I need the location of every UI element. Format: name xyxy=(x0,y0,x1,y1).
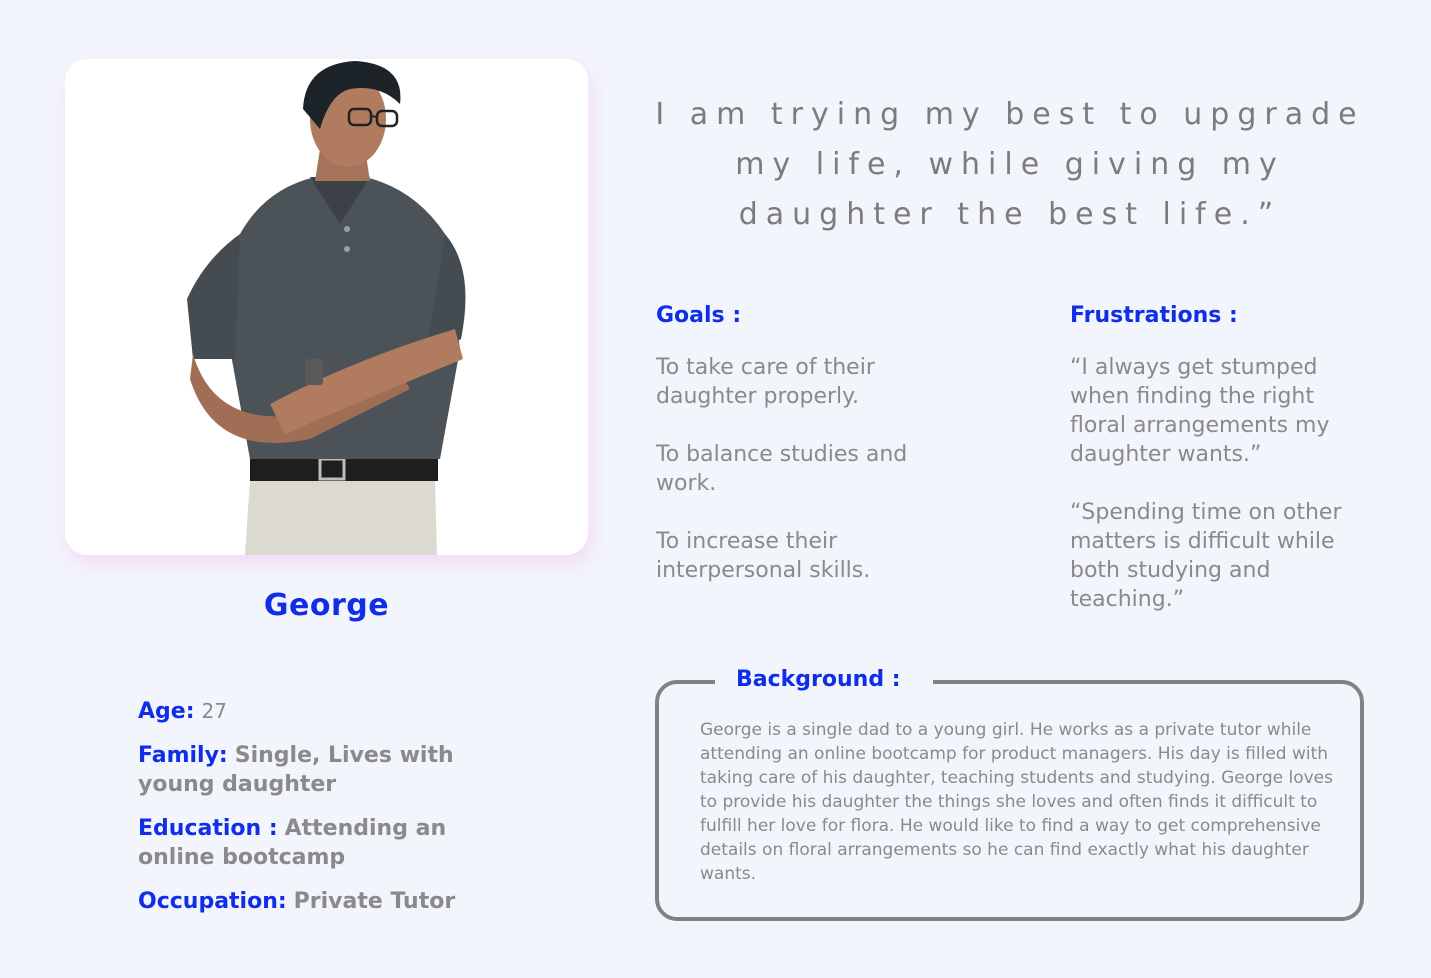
frustrations-list: “I always get stumped when finding the r… xyxy=(1070,353,1370,643)
list-item: To increase their interpersonal skills. xyxy=(656,529,871,583)
detail-value: 27 xyxy=(201,699,227,723)
frustrations-heading: Frustrations : xyxy=(1070,303,1238,328)
detail-age: Age: 27 xyxy=(138,697,498,726)
list-item: To take care of their daughter properly. xyxy=(656,355,875,409)
detail-label: Age: xyxy=(138,699,195,724)
persona-details: Age: 27 Family: Single, Lives with young… xyxy=(138,697,498,931)
detail-label: Family: xyxy=(138,743,228,768)
goals-heading: Goals : xyxy=(656,303,742,328)
detail-education: Education : Attending an online bootcamp xyxy=(138,814,498,872)
persona-page: George Age: 27 Family: Single, Lives wit… xyxy=(0,0,1431,978)
goals-list: To take care of their daughter properly.… xyxy=(656,353,956,614)
detail-value: Private Tutor xyxy=(293,889,456,914)
detail-occupation: Occupation: Private Tutor xyxy=(138,887,498,916)
list-item: “I always get stumped when finding the r… xyxy=(1070,355,1330,467)
background-heading: Background : xyxy=(715,651,933,707)
detail-label: Education : xyxy=(138,816,278,841)
persona-quote: I am trying my best to upgrade my life, … xyxy=(655,97,1365,232)
list-item: “Spending time on other matters is diffi… xyxy=(1070,500,1342,612)
background-text: George is a single dad to a young girl. … xyxy=(700,720,1333,884)
detail-label: Occupation: xyxy=(138,889,287,914)
detail-family: Family: Single, Lives with young daughte… xyxy=(138,741,498,799)
list-item: To balance studies and work. xyxy=(656,442,908,496)
persona-name: George xyxy=(263,588,390,623)
persona-photo-card xyxy=(65,59,588,555)
persona-illustration xyxy=(187,61,466,555)
